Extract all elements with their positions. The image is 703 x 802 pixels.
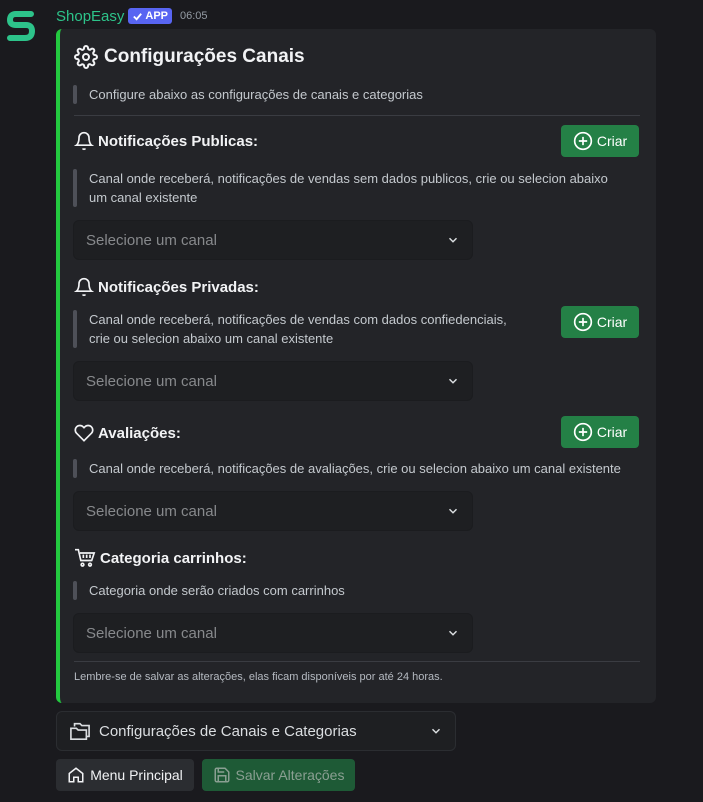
embed-title: Configurações Canais — [74, 45, 305, 69]
section-title-cart-category: Categoria carrinhos: — [74, 548, 247, 568]
chevron-down-icon — [431, 728, 441, 734]
create-public-channel-button[interactable]: Criar — [561, 125, 639, 157]
divider — [74, 115, 640, 116]
create-reviews-channel-button[interactable]: Criar — [561, 416, 639, 448]
private-channel-select[interactable]: Selecione um canal — [73, 361, 473, 401]
description-line: Categoria onde serão criados com carrinh… — [89, 583, 345, 598]
section-title-text: Notificações Publicas: — [98, 132, 259, 150]
description-line: crie ou selecion abaixo um canal existen… — [89, 331, 334, 346]
public-channel-select[interactable]: Selecione um canal — [73, 220, 473, 260]
select-placeholder: Selecione um canal — [86, 624, 217, 642]
app-badge-label: APP — [145, 10, 169, 22]
plus-circle-icon — [573, 131, 592, 151]
app-badge: APP — [128, 8, 173, 24]
section-title-public-notifications: Notificações Publicas: — [74, 131, 258, 151]
bell-icon — [74, 131, 94, 151]
chevron-down-icon — [448, 378, 458, 384]
divider — [74, 661, 640, 662]
chevron-down-icon — [448, 508, 458, 514]
embed-description-text: Configure abaixo as configurações de can… — [89, 87, 423, 102]
plus-circle-icon — [573, 422, 592, 442]
section-title-text: Categoria carrinhos: — [100, 549, 247, 567]
select-placeholder: Selecione um canal — [86, 372, 217, 390]
description-line: Canal onde receberá, notificações de ava… — [89, 461, 621, 476]
chevron-down-icon — [448, 237, 458, 243]
description-line: Canal onde receberá, notificações de ven… — [89, 312, 507, 327]
section-title-text: Notificações Privadas: — [98, 278, 259, 296]
bot-name[interactable]: ShopEasy — [56, 8, 124, 25]
message-header: ShopEasy APP 06:05 — [56, 6, 208, 26]
verified-check-icon — [133, 12, 143, 21]
section-title-text: Avaliações: — [98, 424, 181, 442]
section-description: Categoria onde serão criados com carrinh… — [73, 581, 345, 600]
select-placeholder: Selecione um canal — [86, 502, 217, 520]
create-private-channel-button[interactable]: Criar — [561, 306, 639, 338]
embed: Configurações Canais Configure abaixo as… — [56, 29, 656, 703]
embed-description: Configure abaixo as configurações de can… — [73, 85, 423, 104]
home-icon — [68, 767, 84, 783]
gear-icon — [74, 45, 98, 69]
config-select-label: Configurações de Canais e Categorias — [99, 722, 357, 740]
bell-icon — [74, 277, 94, 297]
config-category-select[interactable]: Configurações de Canais e Categorias — [56, 711, 456, 751]
embed-footer: Lembre-se de salvar as alterações, elas … — [74, 671, 443, 683]
reviews-channel-select[interactable]: Selecione um canal — [73, 491, 473, 531]
embed-title-text: Configurações Canais — [104, 46, 305, 67]
section-description: Canal onde receberá, notificações de ava… — [73, 459, 621, 478]
save-changes-button[interactable]: Salvar Alterações — [202, 759, 355, 791]
folders-icon — [70, 722, 90, 740]
main-menu-button[interactable]: Menu Principal — [56, 759, 194, 791]
save-button-label: Salvar Alterações — [235, 767, 345, 783]
select-placeholder: Selecione um canal — [86, 231, 217, 249]
save-icon — [214, 767, 230, 783]
create-button-label: Criar — [596, 133, 628, 149]
create-button-label: Criar — [596, 424, 628, 440]
bot-avatar[interactable] — [6, 10, 36, 44]
description-line: um canal existente — [89, 190, 198, 205]
chevron-down-icon — [448, 630, 458, 636]
heart-icon — [74, 424, 94, 442]
cart-icon — [75, 548, 96, 567]
description-line: Canal onde receberá, notificações de ven… — [89, 171, 608, 186]
cart-category-select[interactable]: Selecione um canal — [73, 613, 473, 653]
create-button-label: Criar — [596, 314, 628, 330]
section-description: Canal onde receberá, notificações de ven… — [73, 169, 608, 207]
menu-button-label: Menu Principal — [90, 767, 183, 783]
section-description: Canal onde receberá, notificações de ven… — [73, 310, 507, 348]
section-title-reviews: Avaliações: — [74, 423, 181, 443]
timestamp: 06:05 — [180, 10, 208, 22]
plus-circle-icon — [573, 312, 592, 332]
section-title-private-notifications: Notificações Privadas: — [74, 277, 259, 297]
